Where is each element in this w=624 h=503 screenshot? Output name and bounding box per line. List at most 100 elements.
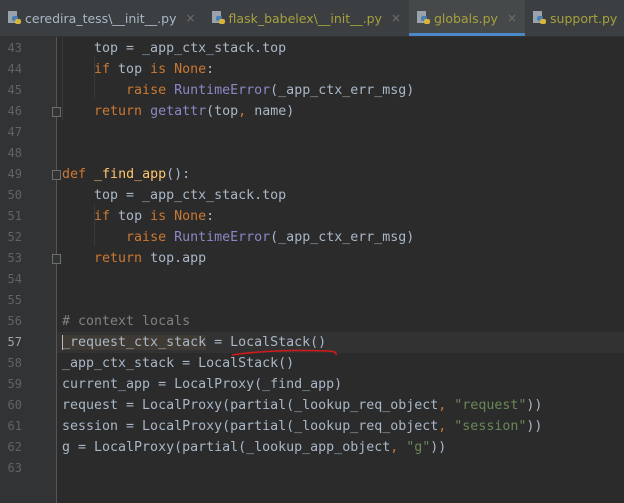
code-line[interactable]: session = LocalProxy(partial(_lookup_req…	[57, 416, 624, 437]
code-token: raise	[126, 230, 167, 245]
code-line[interactable]: raise RuntimeError(_app_ctx_err_msg)	[57, 80, 624, 101]
code-token: (top	[206, 104, 239, 119]
code-line[interactable]: request = LocalProxy(partial(_lookup_req…	[57, 395, 624, 416]
code-text: # context locals	[62, 311, 190, 332]
code-text: g = LocalProxy(partial(_lookup_app_objec…	[62, 437, 446, 458]
code-token: top = _app_ctx_stack.top	[62, 188, 287, 203]
code-token: RuntimeError	[174, 83, 271, 98]
line-number: 54	[7, 272, 22, 286]
python-file-icon	[533, 11, 547, 25]
code-line[interactable]: return getattr(top, name)	[57, 101, 624, 122]
code-text: return getattr(top, name)	[62, 101, 294, 122]
code-token: ))	[430, 440, 447, 455]
line-number: 44	[7, 62, 22, 76]
line-number: 49	[7, 167, 22, 181]
code-text: if top is None:	[62, 59, 214, 80]
code-line[interactable]: return top.app	[57, 248, 624, 269]
code-line[interactable]: current_app = LocalProxy(_find_app)	[57, 374, 624, 395]
code-text: current_app = LocalProxy(_find_app)	[62, 374, 342, 395]
line-number: 50	[7, 188, 22, 202]
code-token: return	[94, 104, 143, 119]
code-token: (_app_ctx_err_msg)	[270, 83, 415, 98]
code-line[interactable]: if top is None:	[57, 206, 624, 227]
code-token: def	[62, 167, 87, 182]
tab-flask-babelex-init-py[interactable]: flask_babelex\__init__.py ×	[204, 0, 409, 36]
code-token: _request_ctx_stack	[62, 335, 207, 350]
code-token: None	[174, 62, 207, 77]
line-number: 57	[7, 335, 22, 349]
code-line[interactable]	[57, 290, 624, 311]
code-token: # context locals	[62, 314, 191, 329]
close-tab-icon[interactable]: ×	[185, 11, 195, 25]
code-token: top.app	[142, 251, 207, 266]
code-token: if	[94, 209, 111, 224]
code-token: getattr	[150, 104, 207, 119]
code-token: "session"	[454, 419, 527, 434]
code-text: return top.app	[62, 248, 206, 269]
code-line[interactable]: raise RuntimeError(_app_ctx_err_msg)	[57, 227, 624, 248]
code-token: _find_app	[94, 167, 167, 182]
code-text: _app_ctx_stack = LocalStack()	[62, 353, 294, 374]
line-number: 59	[7, 377, 22, 391]
code-line[interactable]: top = _app_ctx_stack.top	[57, 185, 624, 206]
code-token: :	[206, 209, 215, 224]
code-token: top = _app_ctx_stack.top	[62, 41, 287, 56]
code-line[interactable]: # context locals	[57, 311, 624, 332]
line-number: 63	[7, 461, 22, 475]
code-token: = LocalStack()	[206, 335, 327, 350]
tab-label: ceredira_tess\__init__.py	[25, 10, 177, 26]
python-file-icon	[417, 11, 430, 25]
line-number: 45	[7, 83, 22, 97]
line-number: 60	[7, 398, 22, 412]
line-number: 47	[7, 125, 22, 139]
code-line[interactable]: g = LocalProxy(partial(_lookup_app_objec…	[57, 437, 624, 458]
code-line[interactable]	[57, 122, 624, 143]
code-token: ))	[526, 398, 543, 413]
line-number: 55	[7, 293, 22, 307]
line-number: 51	[7, 209, 22, 223]
code-line[interactable]	[57, 269, 624, 290]
python-file-icon	[211, 11, 225, 25]
tab-ceredira-tess-init-py[interactable]: ceredira_tess\__init__.py ×	[0, 0, 204, 36]
code-token: return	[94, 251, 143, 266]
code-line[interactable]	[57, 143, 624, 164]
code-text: if top is None:	[62, 206, 214, 227]
code-line[interactable]: top = _app_ctx_stack.top	[57, 38, 624, 59]
editor-tab-bar: ceredira_tess\__init__.py × flask_babelex\…	[0, 0, 624, 37]
code-text: top = _app_ctx_stack.top	[62, 38, 286, 59]
tab-support-py[interactable]: support.py×	[525, 0, 624, 36]
line-number: 62	[7, 440, 22, 454]
code-token: "request"	[454, 398, 527, 413]
close-tab-icon[interactable]: ×	[507, 11, 517, 25]
python-file-icon	[8, 11, 21, 25]
tab-globals-py[interactable]: globals.py ×	[409, 0, 526, 36]
tab-label: globals.py	[434, 10, 498, 26]
tab-label: support.py	[550, 10, 618, 26]
code-line[interactable]: _request_ctx_stack = LocalStack()	[57, 332, 624, 356]
code-line[interactable]	[57, 458, 624, 479]
code-token: ():	[166, 167, 191, 182]
code-text: request = LocalProxy(partial(_lookup_req…	[62, 395, 542, 416]
code-token: g = LocalProxy(partial(_lookup_app_objec…	[62, 440, 391, 455]
code-editor[interactable]: top = _app_ctx_stack.top if top is None:…	[57, 36, 624, 503]
tab-label: flask_babelex\__init__.py	[228, 10, 382, 26]
code-text: session = LocalProxy(partial(_lookup_req…	[62, 416, 542, 437]
code-line[interactable]: if top is None:	[57, 59, 624, 80]
code-line[interactable]: _app_ctx_stack = LocalStack()	[57, 353, 624, 374]
close-tab-icon[interactable]: ×	[391, 11, 401, 25]
code-token: request = LocalProxy(partial(_lookup_req…	[62, 398, 439, 413]
code-token: is	[150, 209, 167, 224]
code-token: _app_ctx_stack = LocalStack()	[62, 356, 295, 371]
line-number: 58	[7, 356, 22, 370]
code-token: ))	[526, 419, 543, 434]
code-line[interactable]: def _find_app():	[57, 164, 624, 185]
line-number: 43	[7, 41, 22, 55]
code-token: None	[174, 209, 207, 224]
code-token: (_app_ctx_err_msg)	[270, 230, 415, 245]
